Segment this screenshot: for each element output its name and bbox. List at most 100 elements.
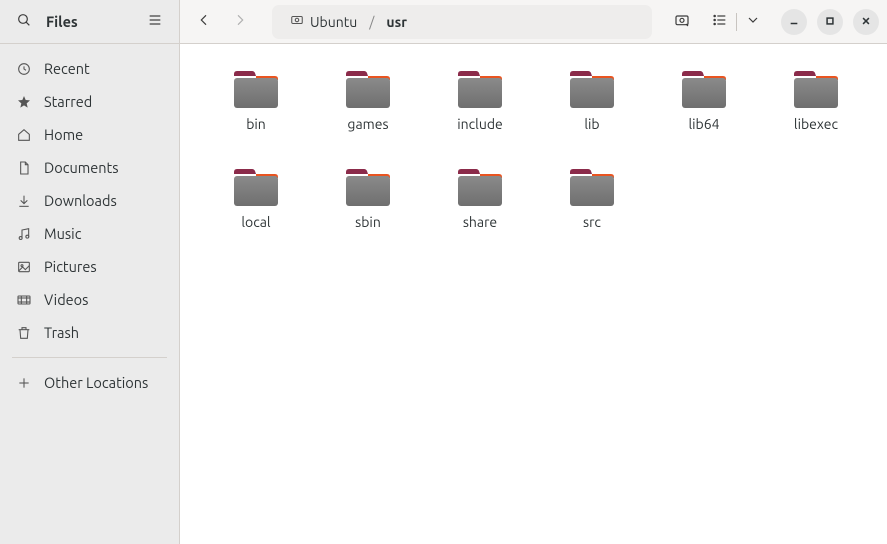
download-icon bbox=[16, 193, 32, 209]
maximize-icon bbox=[825, 14, 835, 29]
sidebar-item-documents[interactable]: Documents bbox=[6, 151, 173, 184]
path-segment-current[interactable]: usr bbox=[378, 10, 415, 34]
chevron-left-icon bbox=[196, 12, 212, 31]
sidebar-item-label: Trash bbox=[44, 324, 79, 341]
sidebar-item-music[interactable]: Music bbox=[6, 217, 173, 250]
list-icon bbox=[147, 12, 163, 31]
folder-name: lib bbox=[584, 116, 599, 132]
sidebar-item-label: Music bbox=[44, 225, 81, 242]
path-root-label: Ubuntu bbox=[310, 14, 357, 30]
folder-icon bbox=[456, 166, 504, 208]
home-icon bbox=[16, 127, 32, 143]
sidebar-item-trash[interactable]: Trash bbox=[6, 316, 173, 349]
close-button[interactable] bbox=[853, 9, 879, 35]
sidebar-divider bbox=[12, 357, 167, 358]
window-controls bbox=[781, 9, 879, 35]
folder-item[interactable]: include bbox=[424, 64, 536, 136]
folder-item[interactable]: sbin bbox=[312, 162, 424, 234]
folder-name: include bbox=[457, 116, 503, 132]
content-area: bin games include lib lib64 libexec loca… bbox=[180, 44, 887, 544]
folder-item[interactable]: games bbox=[312, 64, 424, 136]
pathbar: Ubuntu / usr bbox=[272, 5, 652, 39]
trash-icon bbox=[16, 325, 32, 341]
folder-item[interactable]: lib bbox=[536, 64, 648, 136]
folder-icon bbox=[456, 68, 504, 110]
path-current-label: usr bbox=[386, 14, 407, 30]
sidebar-item-label: Recent bbox=[44, 60, 90, 77]
titlebar-right: Ubuntu / usr bbox=[180, 0, 887, 43]
sidebar-item-label: Pictures bbox=[44, 258, 97, 275]
view-switcher bbox=[706, 6, 767, 38]
sidebar-item-starred[interactable]: Starred bbox=[6, 85, 173, 118]
sidebar-item-label: Documents bbox=[44, 159, 119, 176]
music-icon bbox=[16, 226, 32, 242]
sidebar-item-label: Starred bbox=[44, 93, 92, 110]
sidebar: Recent Starred Home Documents Downloads … bbox=[0, 44, 180, 544]
sidebar-item-videos[interactable]: Videos bbox=[6, 283, 173, 316]
search-button[interactable] bbox=[8, 6, 40, 38]
folder-icon bbox=[232, 166, 280, 208]
folder-item[interactable]: src bbox=[536, 162, 648, 234]
folder-name: bin bbox=[246, 116, 266, 132]
separator bbox=[736, 13, 737, 31]
camera-search-icon bbox=[674, 12, 690, 31]
video-icon bbox=[16, 292, 32, 308]
sidebar-item-other-locations[interactable]: Other Locations bbox=[6, 366, 173, 399]
folder-name: sbin bbox=[355, 214, 381, 230]
folder-item[interactable]: libexec bbox=[760, 64, 872, 136]
folder-name: games bbox=[347, 116, 388, 132]
back-button[interactable] bbox=[188, 6, 220, 38]
chevron-right-icon bbox=[232, 12, 248, 31]
sidebar-item-label: Other Locations bbox=[44, 374, 148, 391]
nav-group bbox=[188, 6, 256, 38]
folder-icon bbox=[568, 68, 616, 110]
document-icon bbox=[16, 160, 32, 176]
list-view-icon bbox=[712, 12, 728, 31]
search-icon bbox=[16, 12, 32, 31]
sidebar-item-label: Home bbox=[44, 126, 83, 143]
folder-name: libexec bbox=[794, 116, 838, 132]
disk-icon bbox=[290, 13, 304, 30]
minimize-button[interactable] bbox=[781, 9, 807, 35]
forward-button[interactable] bbox=[224, 6, 256, 38]
pathbar-menu-button[interactable] bbox=[620, 8, 648, 36]
minimize-icon bbox=[789, 14, 799, 29]
path-separator: / bbox=[367, 14, 376, 30]
sidebar-item-label: Downloads bbox=[44, 192, 117, 209]
folder-icon bbox=[680, 68, 728, 110]
plus-icon bbox=[16, 375, 32, 391]
picture-icon bbox=[16, 259, 32, 275]
sidebar-item-pictures[interactable]: Pictures bbox=[6, 250, 173, 283]
folder-icon bbox=[232, 68, 280, 110]
star-icon bbox=[16, 94, 32, 110]
titlebar: Files Ubuntu bbox=[0, 0, 887, 44]
path-segment-root[interactable]: Ubuntu bbox=[282, 9, 365, 34]
sidebar-item-label: Videos bbox=[44, 291, 88, 308]
folder-item[interactable]: local bbox=[200, 162, 312, 234]
folder-item[interactable]: bin bbox=[200, 64, 312, 136]
sidebar-item-downloads[interactable]: Downloads bbox=[6, 184, 173, 217]
titlebar-left: Files bbox=[0, 0, 180, 43]
folder-item[interactable]: lib64 bbox=[648, 64, 760, 136]
close-icon bbox=[861, 14, 871, 29]
folder-name: lib64 bbox=[688, 116, 719, 132]
view-options-button[interactable] bbox=[739, 6, 767, 38]
sidebar-item-home[interactable]: Home bbox=[6, 118, 173, 151]
folder-grid: bin games include lib lib64 libexec loca… bbox=[200, 64, 879, 234]
clock-icon bbox=[16, 61, 32, 77]
folder-icon bbox=[344, 68, 392, 110]
folder-icon bbox=[792, 68, 840, 110]
right-controls bbox=[666, 6, 879, 38]
maximize-button[interactable] bbox=[817, 9, 843, 35]
sidebar-menu-button[interactable] bbox=[139, 6, 171, 38]
chevron-down-icon bbox=[745, 12, 761, 31]
focus-search-button[interactable] bbox=[666, 6, 698, 38]
folder-icon bbox=[568, 166, 616, 208]
folder-item[interactable]: share bbox=[424, 162, 536, 234]
folder-name: share bbox=[463, 214, 497, 230]
sidebar-item-recent[interactable]: Recent bbox=[6, 52, 173, 85]
app-title: Files bbox=[46, 13, 133, 30]
list-view-button[interactable] bbox=[706, 6, 734, 38]
folder-name: local bbox=[241, 214, 270, 230]
folder-name: src bbox=[583, 214, 601, 230]
